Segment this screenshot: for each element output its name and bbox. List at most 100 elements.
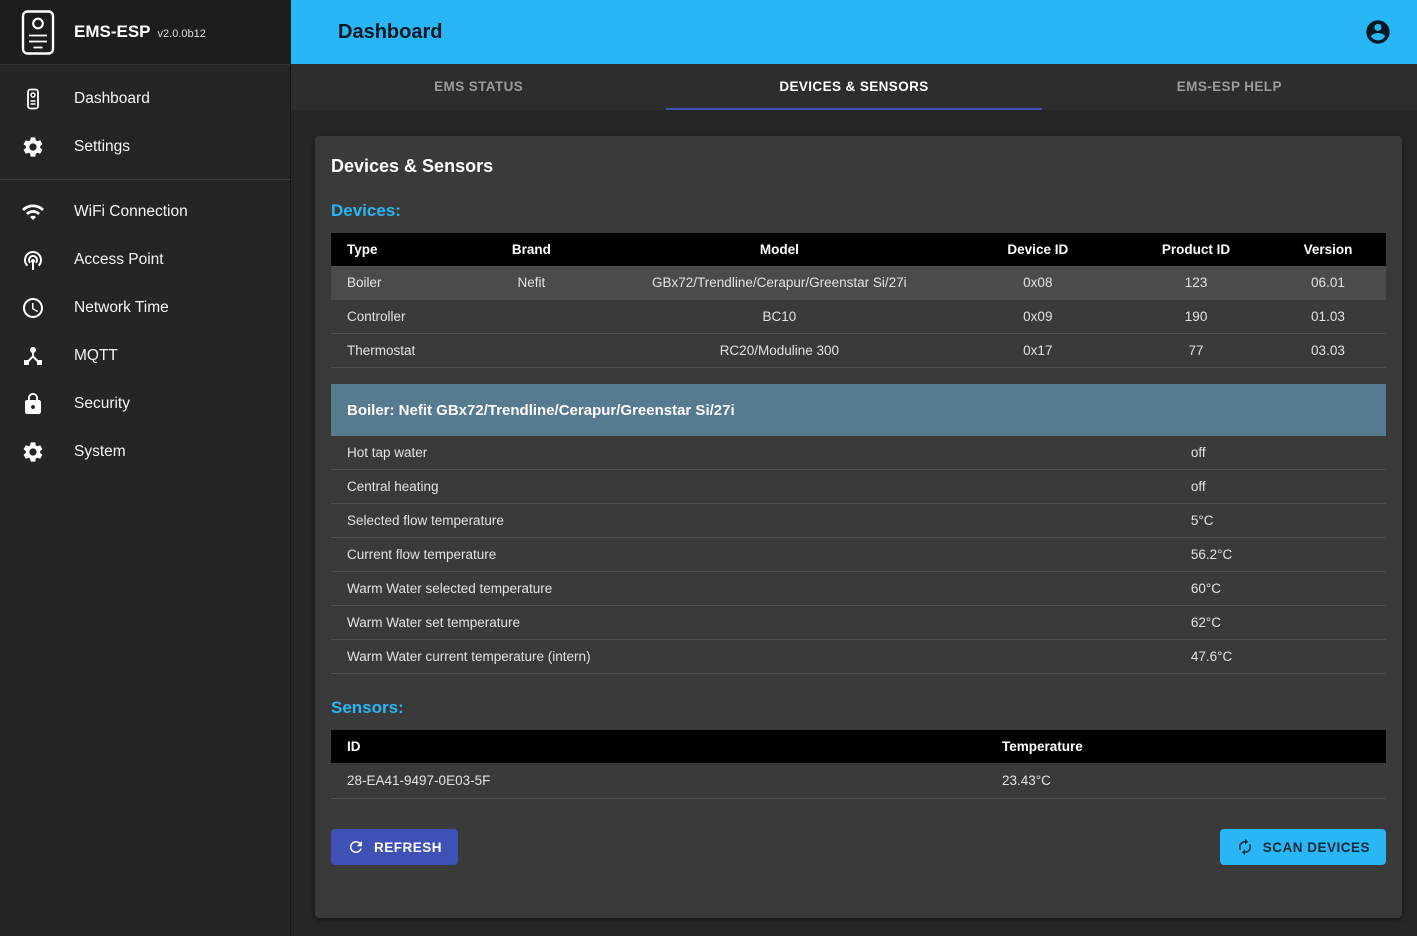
sidebar-item-label: WiFi Connection (74, 203, 188, 221)
sensors-table: ID Temperature 28-EA41-9497-0E03-5F 23.4… (331, 730, 1386, 799)
sidebar-item-label: MQTT (74, 347, 118, 365)
card-actions: REFRESH SCAN DEVICES (331, 829, 1386, 865)
main-area: Dashboard EMS STATUS DEVICES & SENSORS E… (291, 0, 1417, 936)
col-header-id: ID (331, 730, 1002, 763)
device-hub-icon (21, 344, 45, 368)
cell-sensor-temperature: 23.43°C (1002, 763, 1386, 799)
cell-brand (458, 334, 606, 368)
device-row-boiler[interactable]: Boiler Nefit GBx72/Trendline/Cerapur/Gre… (331, 266, 1386, 300)
col-header-model: Model (605, 233, 953, 266)
sidebar-item-access-point[interactable]: Access Point (0, 236, 290, 284)
cell-product-id: 77 (1122, 334, 1270, 368)
device-row-controller[interactable]: Controller BC10 0x09 190 01.03 (331, 300, 1386, 334)
cell-product-id: 123 (1122, 266, 1270, 300)
devices-table: Type Brand Model Device ID Product ID Ve… (331, 233, 1386, 368)
cell-device-id: 0x17 (953, 334, 1122, 368)
tab-ems-esp-help[interactable]: EMS-ESP HELP (1042, 64, 1417, 110)
cell-type: Thermostat (331, 334, 458, 368)
cell-version: 03.03 (1270, 334, 1386, 368)
cell-type: Boiler (331, 266, 458, 300)
value-label: Warm Water set temperature (331, 615, 1191, 630)
card-title: Devices & Sensors (331, 156, 1386, 177)
sidebar-item-wifi-connection[interactable]: WiFi Connection (0, 188, 290, 236)
access-point-icon (21, 248, 45, 272)
sensors-table-header-row: ID Temperature (331, 730, 1386, 763)
cell-version: 01.03 (1270, 300, 1386, 334)
value-data: 47.6°C (1191, 649, 1386, 664)
sidebar-item-label: System (74, 443, 126, 461)
system-gear-icon (21, 440, 45, 464)
value-label: Warm Water selected temperature (331, 581, 1191, 596)
device-value-row: Warm Water set temperature 62°C (331, 606, 1386, 640)
cell-device-id: 0x08 (953, 266, 1122, 300)
sidebar-item-settings[interactable]: Settings (0, 123, 290, 171)
app-name: EMS-ESP (74, 22, 151, 42)
sidebar: EMS-ESP v2.0.0b12 Dashboard Settings (0, 0, 291, 936)
sidebar-item-label: Settings (74, 138, 130, 156)
tab-ems-status[interactable]: EMS STATUS (291, 64, 666, 110)
cell-model: RC20/Moduline 300 (605, 334, 953, 368)
device-value-row: Central heating off (331, 470, 1386, 504)
sidebar-item-label: Network Time (74, 299, 169, 317)
cell-version: 06.01 (1270, 266, 1386, 300)
sidebar-item-label: Dashboard (74, 90, 150, 108)
app-logo-row: EMS-ESP v2.0.0b12 (0, 0, 290, 65)
cell-model: GBx72/Trendline/Cerapur/Greenstar Si/27i (605, 266, 953, 300)
value-data: 62°C (1191, 615, 1386, 630)
col-header-type: Type (331, 233, 458, 266)
devices-heading: Devices: (331, 201, 1386, 221)
dashboard-icon (21, 87, 45, 111)
settings-gear-icon (21, 135, 45, 159)
cell-type: Controller (331, 300, 458, 334)
sidebar-item-mqtt[interactable]: MQTT (0, 332, 290, 380)
scan-devices-button[interactable]: SCAN DEVICES (1220, 829, 1386, 865)
selected-device-banner: Boiler: Nefit GBx72/Trendline/Cerapur/Gr… (331, 384, 1386, 436)
value-data: 56.2°C (1191, 547, 1386, 562)
refresh-icon (347, 838, 365, 856)
value-label: Hot tap water (331, 445, 1191, 460)
sidebar-item-dashboard[interactable]: Dashboard (0, 75, 290, 123)
app-version: v2.0.0b12 (158, 28, 206, 40)
tab-devices-sensors[interactable]: DEVICES & SENSORS (666, 64, 1041, 110)
device-value-row: Selected flow temperature 5°C (331, 504, 1386, 538)
value-data: off (1191, 479, 1386, 494)
sidebar-item-system[interactable]: System (0, 428, 290, 476)
sensor-row: 28-EA41-9497-0E03-5F 23.43°C (331, 763, 1386, 799)
devices-table-header-row: Type Brand Model Device ID Product ID Ve… (331, 233, 1386, 266)
value-label: Warm Water current temperature (intern) (331, 649, 1191, 664)
value-label: Selected flow temperature (331, 513, 1191, 528)
content-area: Devices & Sensors Devices: Type Brand Mo… (291, 110, 1417, 936)
col-header-brand: Brand (458, 233, 606, 266)
device-value-row: Warm Water current temperature (intern) … (331, 640, 1386, 674)
col-header-temperature: Temperature (1002, 730, 1386, 763)
col-header-version: Version (1270, 233, 1386, 266)
wifi-icon (21, 200, 45, 224)
account-circle-icon[interactable] (1364, 18, 1392, 46)
sidebar-menu: Dashboard Settings WiFi Connection Acc (0, 65, 290, 476)
scan-devices-button-label: SCAN DEVICES (1263, 840, 1370, 855)
tab-bar: EMS STATUS DEVICES & SENSORS EMS-ESP HEL… (291, 64, 1417, 110)
device-value-row: Current flow temperature 56.2°C (331, 538, 1386, 572)
col-header-device-id: Device ID (953, 233, 1122, 266)
cell-product-id: 190 (1122, 300, 1270, 334)
device-values-list: Hot tap water off Central heating off Se… (331, 436, 1386, 674)
refresh-button-label: REFRESH (374, 840, 442, 855)
cell-model: BC10 (605, 300, 953, 334)
sidebar-item-network-time[interactable]: Network Time (0, 284, 290, 332)
sensors-heading: Sensors: (331, 698, 1386, 718)
col-header-product-id: Product ID (1122, 233, 1270, 266)
topbar: Dashboard (291, 0, 1417, 64)
boiler-logo-icon (20, 9, 56, 55)
value-label: Current flow temperature (331, 547, 1191, 562)
cell-brand (458, 300, 606, 334)
device-row-thermostat[interactable]: Thermostat RC20/Moduline 300 0x17 77 03.… (331, 334, 1386, 368)
app-title: EMS-ESP v2.0.0b12 (74, 22, 206, 42)
ems-esp-app: EMS-ESP v2.0.0b12 Dashboard Settings (0, 0, 1417, 936)
cell-brand: Nefit (458, 266, 606, 300)
page-title: Dashboard (338, 21, 442, 44)
refresh-button[interactable]: REFRESH (331, 829, 458, 865)
device-value-row: Hot tap water off (331, 436, 1386, 470)
value-label: Central heating (331, 479, 1191, 494)
sidebar-item-security[interactable]: Security (0, 380, 290, 428)
lock-icon (21, 392, 45, 416)
